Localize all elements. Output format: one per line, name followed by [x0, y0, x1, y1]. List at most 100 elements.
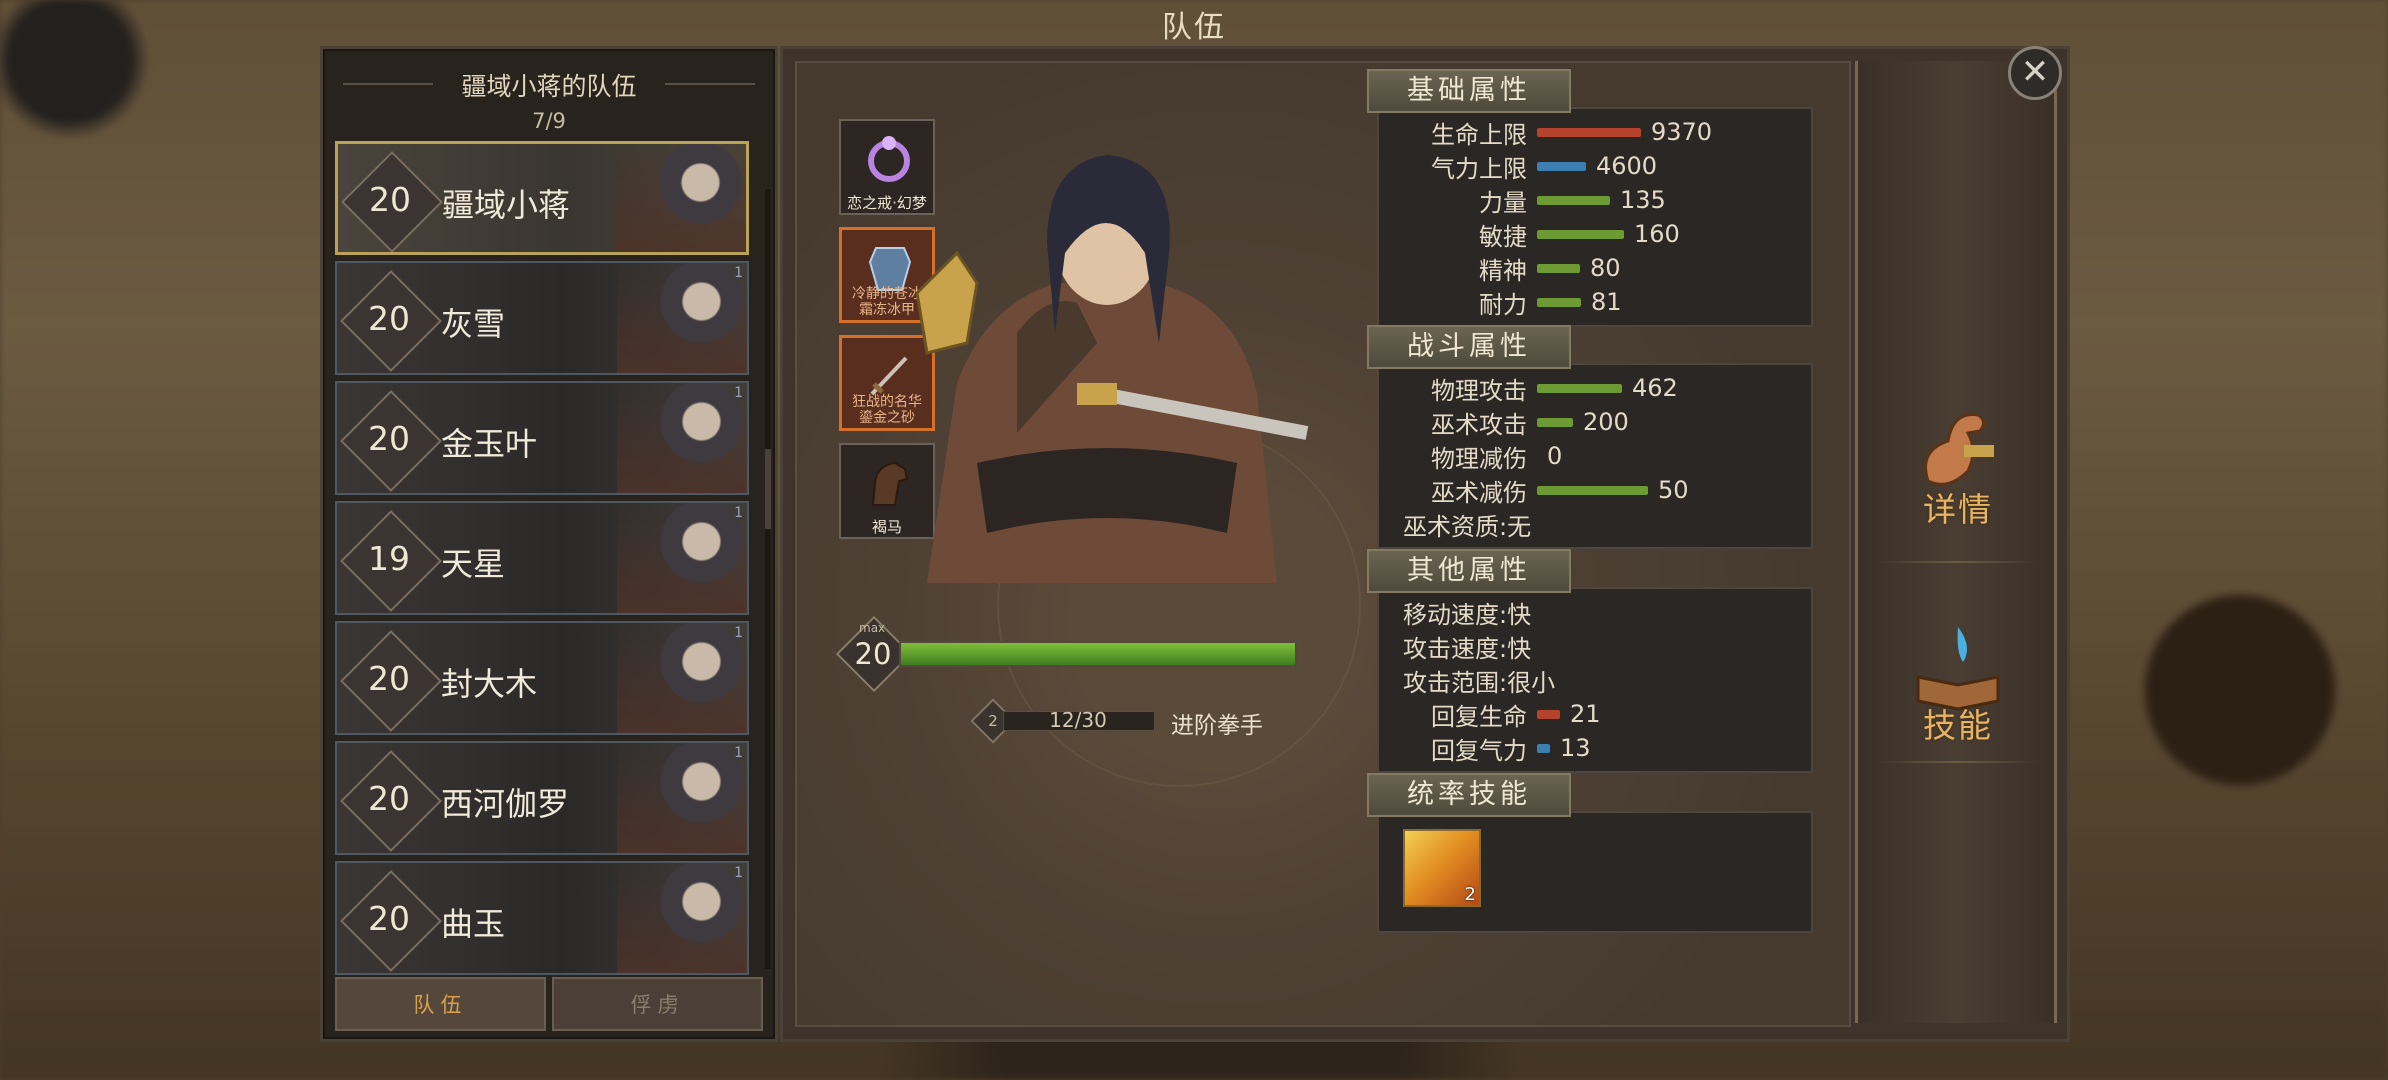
hero-level: 20 — [368, 299, 410, 338]
details-label: 详情 — [1923, 490, 1993, 529]
combat-stats-section: 战斗属性 物理攻击 462 巫术攻击 200 物理减伤 0 巫术减伤 50 巫术资质:无 — [1367, 325, 1813, 549]
stat-bar — [1537, 127, 1641, 137]
stat-label: 攻击范围 — [1403, 668, 1499, 697]
hero-row[interactable]: 20 封大木 1 — [335, 621, 749, 735]
stat-label: 物理攻击 — [1431, 376, 1527, 405]
tab-team[interactable]: 队伍 — [335, 977, 546, 1031]
stat-row: 巫术攻击 200 — [1403, 405, 1811, 439]
hero-portrait — [617, 383, 747, 493]
stat-bar — [1537, 263, 1580, 273]
command-skill-box: 2 — [1377, 811, 1813, 933]
stat-row: 攻击范围:很小 — [1403, 663, 1811, 697]
command-skill-icon[interactable]: 2 — [1403, 829, 1481, 907]
side-button-column: 详情 技能 — [1855, 61, 2057, 1023]
hero-name: 西河伽罗 — [441, 785, 570, 823]
other-stats-title: 其他属性 — [1367, 549, 1571, 593]
hero-row[interactable]: 20 金玉叶 1 — [335, 381, 749, 495]
stat-value: 9370 — [1651, 118, 1713, 146]
stat-label: 移动速度 — [1403, 600, 1499, 629]
roster-panel: 疆域小蒋的队伍 7/9 20 疆域小蒋 20 灰雪 1 20 金玉叶 1 19 天星 1 20 封大木 1… — [320, 46, 778, 1042]
hero-level: 20 — [854, 637, 892, 671]
hero-name: 封大木 — [441, 665, 538, 703]
hero-name: 天星 — [441, 545, 506, 583]
stat-value: :很小 — [1499, 668, 1556, 697]
level-progress-fill — [901, 643, 1295, 665]
stat-value: :快 — [1499, 600, 1532, 629]
roster-header: 疆域小蒋的队伍 7/9 — [323, 49, 775, 141]
stat-value: :无 — [1499, 512, 1532, 541]
stat-row: 攻击速度:快 — [1403, 629, 1811, 663]
hero-corner-mark: 1 — [734, 865, 743, 881]
stat-value: 50 — [1658, 476, 1689, 504]
stat-bar — [1537, 195, 1610, 205]
combat-stats-box: 物理攻击 462 巫术攻击 200 物理减伤 0 巫术减伤 50 巫术资质:无 — [1377, 363, 1813, 549]
team-name: 疆域小蒋的队伍 — [461, 72, 637, 101]
details-button[interactable]: 详情 — [1888, 401, 2028, 541]
roster-scroll-thumb[interactable] — [765, 449, 771, 529]
stat-bar — [1537, 743, 1550, 753]
hero-portrait — [617, 863, 747, 973]
other-stats-box: 移动速度:快 攻击速度:快 攻击范围:很小 回复生命 21 回复气力 13 — [1377, 587, 1813, 773]
hero-row[interactable]: 19 天星 1 — [335, 501, 749, 615]
basic-stats-section: 基础属性 生命上限 9370 气力上限 4600 力量 135 敏捷 160 精神 80 耐力 81 — [1367, 69, 1813, 327]
hero-level: 20 — [369, 180, 411, 219]
hero-portrait — [617, 623, 747, 733]
stat-bar — [1537, 297, 1581, 307]
hero-portrait — [617, 743, 747, 853]
stat-row: 巫术减伤 50 — [1403, 473, 1811, 507]
hero-level-bar: max 20 — [835, 615, 1297, 693]
class-progress-text: 12/30 — [1049, 708, 1107, 732]
skill-level: 2 — [1464, 884, 1476, 905]
stat-row: 耐力 81 — [1403, 285, 1811, 319]
hero-corner-mark: 1 — [734, 625, 743, 641]
class-progress: 2 12/30 进阶拳手 — [970, 698, 1337, 744]
hero-row[interactable]: 20 疆域小蒋 — [335, 141, 749, 255]
stat-bar — [1537, 709, 1560, 719]
hero-name: 疆域小蒋 — [442, 186, 571, 224]
hero-corner-mark: 1 — [734, 505, 743, 521]
stat-value: 4600 — [1596, 152, 1658, 180]
stat-row: 气力上限 4600 — [1403, 149, 1811, 183]
stat-value: 13 — [1560, 734, 1591, 762]
stat-label: 回复气力 — [1431, 736, 1527, 765]
hero-name: 金玉叶 — [441, 425, 538, 463]
roster-tabs: 队伍 俘虏 — [335, 977, 763, 1031]
basic-stats-title: 基础属性 — [1367, 69, 1571, 113]
stat-label: 巫术资质 — [1403, 512, 1499, 541]
stat-row: 回复生命 21 — [1403, 697, 1811, 731]
stat-bar — [1537, 383, 1622, 393]
stat-value: 21 — [1570, 700, 1601, 728]
close-button[interactable]: ✕ — [2008, 46, 2062, 100]
hero-row[interactable]: 20 曲玉 1 — [335, 861, 749, 975]
roster-scrollbar[interactable] — [765, 189, 771, 969]
stat-value: 462 — [1632, 374, 1678, 402]
other-stats-section: 其他属性 移动速度:快 攻击速度:快 攻击范围:很小 回复生命 21 回复气力 13 — [1367, 549, 1813, 773]
stat-row: 精神 80 — [1403, 251, 1811, 285]
team-count: 7/9 — [532, 109, 566, 133]
stat-value: 135 — [1620, 186, 1666, 214]
hero-portrait — [617, 263, 747, 373]
hero-detail-panel: 恋之戒·幻梦 冷静的苍冰 霜冻冰甲 狂战的名华 鎏金之砂 褐马 max 20 2… — [780, 46, 2070, 1042]
hero-level: 20 — [368, 659, 410, 698]
stat-label: 巫术攻击 — [1431, 410, 1527, 439]
stat-label: 生命上限 — [1431, 120, 1527, 149]
screen-title: 队伍 — [1162, 10, 1226, 45]
hero-row[interactable]: 20 灰雪 1 — [335, 261, 749, 375]
tab-captives[interactable]: 俘虏 — [552, 977, 763, 1031]
command-skill-section: 统率技能 2 — [1367, 773, 1813, 933]
skills-button[interactable]: 技能 — [1888, 617, 2028, 757]
hero-portrait — [617, 503, 747, 613]
level-max-label: max — [859, 621, 886, 635]
stat-bar — [1537, 229, 1624, 239]
hero-row[interactable]: 20 西河伽罗 1 — [335, 741, 749, 855]
hero-corner-mark: 1 — [734, 265, 743, 281]
command-skill-title: 统率技能 — [1367, 773, 1571, 817]
stat-value: 200 — [1583, 408, 1629, 436]
level-progress-track — [899, 641, 1297, 667]
stat-row: 敏捷 160 — [1403, 217, 1811, 251]
hero-detail-inner: 恋之戒·幻梦 冷静的苍冰 霜冻冰甲 狂战的名华 鎏金之砂 褐马 max 20 2… — [795, 61, 1851, 1027]
stat-label: 攻击速度 — [1403, 634, 1499, 663]
stat-bar — [1537, 161, 1586, 171]
stat-row: 回复气力 13 — [1403, 731, 1811, 765]
stat-row: 物理攻击 462 — [1403, 371, 1811, 405]
